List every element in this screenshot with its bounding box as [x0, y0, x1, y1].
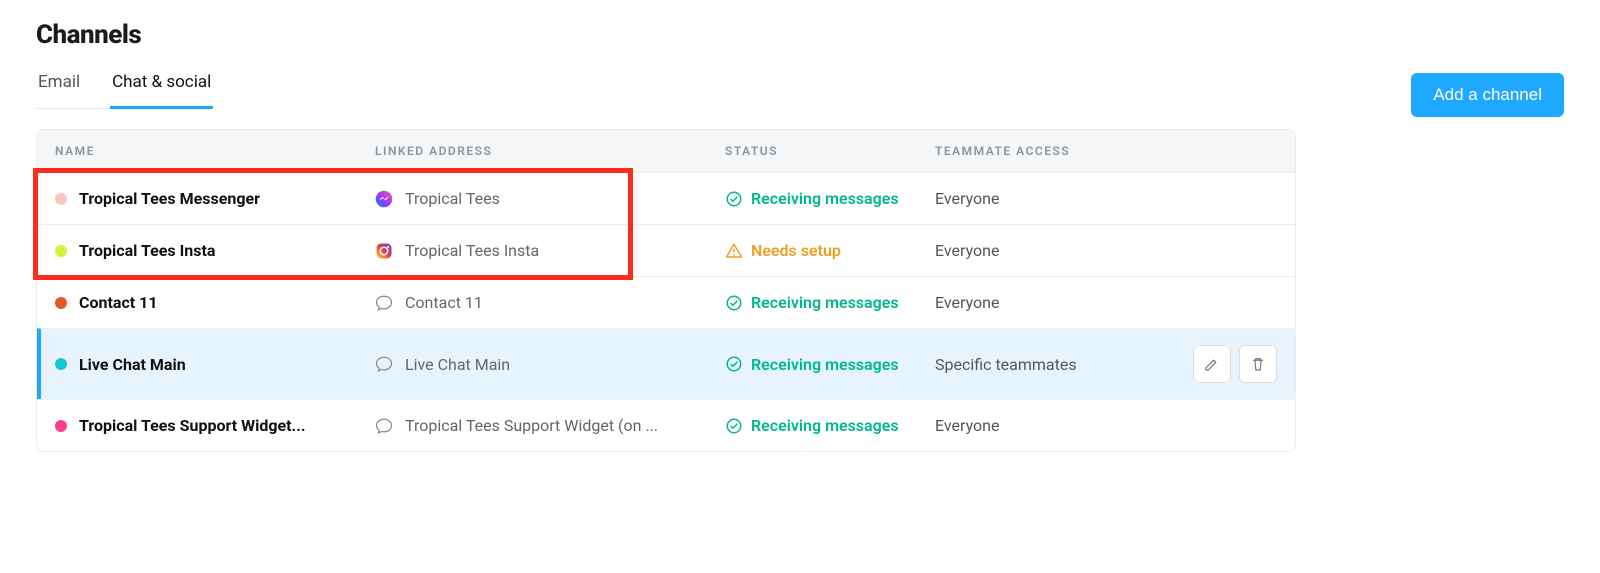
check-circle-icon [725, 190, 743, 208]
col-header-name: NAME [55, 144, 375, 158]
channel-name: Tropical Tees Support Widget... [79, 416, 305, 435]
table-row[interactable]: Tropical Tees Insta Tropical Tees Insta Ne… [37, 224, 1295, 276]
status-text: Receiving messages [751, 189, 899, 208]
linked-address: Tropical Tees Insta [405, 241, 539, 260]
channel-color-dot [55, 420, 67, 432]
teammate-access: Everyone [935, 241, 1177, 260]
delete-icon [1249, 355, 1267, 373]
col-header-linked: LINKED ADDRESS [375, 144, 725, 158]
teammate-access: Specific teammates [935, 355, 1177, 374]
status-text: Receiving messages [751, 416, 899, 435]
teammate-access: Everyone [935, 416, 1177, 435]
delete-button[interactable] [1239, 345, 1277, 383]
warning-icon [725, 242, 743, 260]
channel-color-dot [55, 297, 67, 309]
status-text: Receiving messages [751, 355, 899, 374]
page-title: Channels [36, 20, 213, 50]
edit-icon [1203, 355, 1221, 373]
channels-table: NAME LINKED ADDRESS STATUS TEAMMATE ACCE… [36, 129, 1296, 452]
status-text: Receiving messages [751, 293, 899, 312]
chat-icon [375, 294, 393, 312]
table-row[interactable]: Contact 11 Contact 11 Receiving messages Ev… [37, 276, 1295, 328]
channel-color-dot [55, 358, 67, 370]
check-circle-icon [725, 294, 743, 312]
channel-name: Contact 11 [79, 293, 158, 312]
channel-color-dot [55, 193, 67, 205]
table-header: NAME LINKED ADDRESS STATUS TEAMMATE ACCE… [37, 130, 1295, 172]
channel-color-dot [55, 245, 67, 257]
tabs: Email Chat & social [36, 64, 213, 109]
add-channel-button[interactable]: Add a channel [1411, 73, 1564, 117]
col-header-status: STATUS [725, 144, 935, 158]
teammate-access: Everyone [935, 293, 1177, 312]
status-text: Needs setup [751, 241, 841, 260]
linked-address: Tropical Tees [405, 189, 500, 208]
tab-chat-social[interactable]: Chat & social [110, 64, 213, 109]
channel-name: Live Chat Main [79, 355, 186, 374]
tab-email[interactable]: Email [36, 64, 82, 109]
table-row[interactable]: Live Chat Main Live Chat Main Receiving me… [37, 328, 1295, 399]
col-header-access: TEAMMATE ACCESS [935, 144, 1277, 158]
table-row[interactable]: Tropical Tees Support Widget... Tropical … [37, 399, 1295, 451]
channel-name: Tropical Tees Messenger [79, 189, 260, 208]
teammate-access: Everyone [935, 189, 1177, 208]
messenger-icon [375, 190, 393, 208]
check-circle-icon [725, 417, 743, 435]
linked-address: Tropical Tees Support Widget (on ... [405, 416, 658, 435]
instagram-icon [375, 242, 393, 260]
linked-address: Contact 11 [405, 293, 483, 312]
table-row[interactable]: Tropical Tees Messenger Tropical Tees Rece… [37, 172, 1295, 224]
chat-icon [375, 417, 393, 435]
check-circle-icon [725, 355, 743, 373]
chat-icon [375, 355, 393, 373]
linked-address: Live Chat Main [405, 355, 510, 374]
edit-button[interactable] [1193, 345, 1231, 383]
channel-name: Tropical Tees Insta [79, 241, 215, 260]
